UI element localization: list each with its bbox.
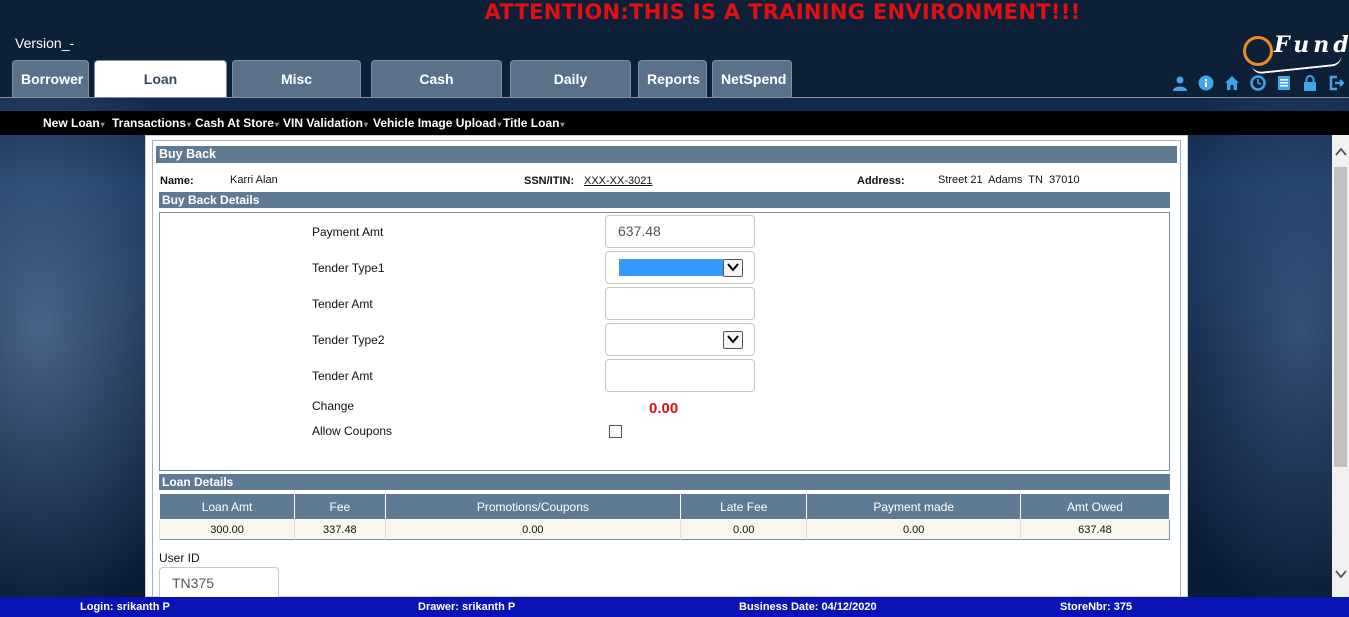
subnav-new-loan-label: New Loan bbox=[43, 116, 100, 130]
subnav-vehicle-image-upload[interactable]: Vehicle Image Upload▾ bbox=[373, 111, 501, 137]
caret-icon: ▾ bbox=[364, 120, 369, 129]
change-label: Change bbox=[312, 399, 355, 413]
buy-back-panel: Buy Back Name: Karri Alan SSN/ITIN: XXX-… bbox=[145, 135, 1188, 600]
change-value: 0.00 bbox=[649, 400, 679, 417]
tab-cash-management[interactable]: Cash Management bbox=[371, 60, 502, 124]
scroll-up-icon[interactable] bbox=[1332, 145, 1349, 162]
subnav-vin-validation[interactable]: VIN Validation▾ bbox=[283, 111, 368, 137]
vertical-scrollbar[interactable] bbox=[1332, 135, 1349, 597]
allow-coupons-label: Allow Coupons bbox=[312, 424, 393, 438]
chevron-down-icon[interactable] bbox=[723, 331, 743, 349]
tender-type1-selected-option bbox=[619, 259, 723, 276]
buy-back-details-box: Payment Amt 637.48 Tender Type1 Tender A… bbox=[159, 212, 1170, 471]
column-header: Payment made bbox=[806, 493, 1021, 520]
logo-ring bbox=[1243, 36, 1273, 66]
tender-type1-label: Tender Type1 bbox=[312, 261, 385, 275]
column-header: Promotions/Coupons bbox=[384, 493, 682, 520]
loan-details-table: Loan Amt Fee Promotions/Coupons Late Fee… bbox=[158, 493, 1171, 540]
subnav-vehicle-image-upload-label: Vehicle Image Upload bbox=[373, 116, 497, 130]
column-header: Fee bbox=[294, 493, 386, 520]
caret-icon: ▾ bbox=[274, 120, 279, 129]
ssn-label: SSN/ITIN: bbox=[524, 175, 575, 187]
column-header: Late Fee bbox=[680, 493, 808, 520]
loan-amt-cell: 300.00 bbox=[158, 519, 295, 540]
subnav-vin-validation-label: VIN Validation bbox=[283, 116, 364, 130]
payment-amt-label: Payment Amt bbox=[312, 225, 384, 239]
notes-icon[interactable] bbox=[1275, 75, 1293, 93]
tab-loan-transactions[interactable]: Loan Transactions bbox=[94, 60, 227, 124]
login-status: Login: srikanth P bbox=[80, 601, 170, 613]
user-id-field[interactable]: TN375 bbox=[159, 567, 279, 600]
caret-icon: ▾ bbox=[497, 120, 502, 129]
name-value: Karri Alan bbox=[230, 174, 278, 186]
chevron-down-icon[interactable] bbox=[723, 259, 743, 277]
loan-details-title: Loan Details bbox=[159, 474, 1170, 490]
version-label: Version_- bbox=[15, 35, 75, 51]
subnav-new-loan[interactable]: New Loan▾ bbox=[43, 111, 105, 137]
payment-amt-field[interactable]: 637.48 bbox=[605, 215, 755, 248]
info-icon[interactable] bbox=[1197, 75, 1215, 93]
header: ATTENTION:THIS IS A TRAINING ENVIRONMENT… bbox=[0, 0, 1349, 124]
payment-made-cell: 0.00 bbox=[806, 519, 1021, 540]
scroll-down-icon[interactable] bbox=[1332, 567, 1349, 584]
promotions-cell: 0.00 bbox=[384, 519, 681, 540]
user-icon[interactable] bbox=[1171, 75, 1189, 93]
tab-borrower[interactable]: Borrower bbox=[12, 60, 89, 97]
status-bar: Login: srikanth P Drawer: srikanth P Bus… bbox=[0, 597, 1349, 617]
allow-coupons-checkbox[interactable] bbox=[609, 425, 622, 438]
column-header: Amt Owed bbox=[1019, 493, 1171, 520]
lock-icon[interactable] bbox=[1301, 75, 1319, 93]
fee-cell: 337.48 bbox=[294, 519, 386, 540]
late-fee-cell: 0.00 bbox=[680, 519, 807, 540]
store-number-status: StoreNbr: 375 bbox=[1060, 601, 1133, 613]
subnav-cash-at-store-label: Cash At Store bbox=[195, 116, 274, 130]
tender-type2-label: Tender Type2 bbox=[312, 333, 385, 347]
qfund-logo: Fund bbox=[1240, 30, 1349, 75]
buy-back-title: Buy Back bbox=[156, 146, 1177, 163]
name-label: Name: bbox=[160, 175, 194, 187]
caret-icon: ▾ bbox=[100, 120, 105, 129]
amt-owed-cell: 637.48 bbox=[1019, 519, 1170, 540]
caret-icon: ▾ bbox=[560, 120, 565, 129]
training-banner: ATTENTION:THIS IS A TRAINING ENVIRONMENT… bbox=[484, 0, 1081, 24]
address-value: Street 21 Adams TN 37010 bbox=[938, 174, 1080, 186]
caret-icon: ▾ bbox=[187, 120, 192, 129]
scrollbar-thumb[interactable] bbox=[1334, 167, 1347, 467]
home-icon[interactable] bbox=[1223, 75, 1241, 93]
loan-details-header-row: Loan Amt Fee Promotions/Coupons Late Fee… bbox=[158, 493, 1171, 520]
tender-type1-select[interactable] bbox=[605, 251, 755, 284]
sub-navigation: New Loan▾ Transactions▾ Cash At Store▾ V… bbox=[0, 111, 1349, 135]
ssn-value[interactable]: XXX-XX-3021 bbox=[584, 175, 652, 187]
tab-netspend[interactable]: NetSpend bbox=[712, 60, 792, 97]
table-row: 300.00 337.48 0.00 0.00 0.00 637.48 bbox=[158, 519, 1170, 540]
tender-amt2-label: Tender Amt bbox=[312, 369, 373, 383]
drawer-status: Drawer: srikanth P bbox=[418, 601, 516, 613]
tab-misc-transactions[interactable]: Misc Transactions bbox=[232, 60, 361, 124]
tender-amt2-field[interactable] bbox=[605, 359, 755, 392]
tender-type2-select[interactable] bbox=[605, 323, 755, 356]
column-header: Loan Amt bbox=[158, 493, 296, 520]
subnav-title-loan[interactable]: Title Loan▾ bbox=[503, 111, 564, 137]
user-id-label: User ID bbox=[159, 551, 200, 565]
subnav-title-loan-label: Title Loan bbox=[503, 116, 560, 130]
tender-amt1-field[interactable] bbox=[605, 287, 755, 320]
subnav-transactions-label: Transactions bbox=[112, 116, 187, 130]
tab-reports[interactable]: Reports bbox=[638, 60, 707, 97]
buy-back-details-title: Buy Back Details bbox=[159, 192, 1170, 208]
address-label: Address: bbox=[857, 175, 905, 187]
logout-icon[interactable] bbox=[1327, 75, 1345, 93]
subnav-transactions[interactable]: Transactions▾ bbox=[112, 111, 191, 137]
header-divider bbox=[0, 97, 1349, 98]
subnav-cash-at-store[interactable]: Cash At Store▾ bbox=[195, 111, 279, 137]
logo-word: Fund bbox=[1274, 32, 1349, 58]
buy-back-frame: Buy Back Name: Karri Alan SSN/ITIN: XXX-… bbox=[152, 140, 1181, 600]
tab-daily-processing[interactable]: Daily Processing bbox=[510, 60, 631, 124]
business-date-status: Business Date: 04/12/2020 bbox=[739, 601, 877, 613]
clock-icon[interactable] bbox=[1249, 75, 1267, 93]
tender-amt1-label: Tender Amt bbox=[312, 297, 373, 311]
